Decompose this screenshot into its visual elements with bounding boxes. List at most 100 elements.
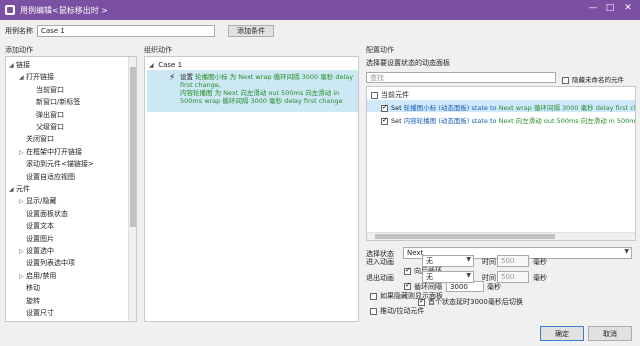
current-element-checkbox[interactable] — [371, 91, 378, 99]
tree-item-label: 链接 — [16, 61, 30, 69]
panel-row-2[interactable]: Set 内容轮播图 (动态面板) state to Next 向左滑动 out … — [381, 115, 636, 125]
case-name-input[interactable]: Case 1 — [37, 25, 215, 37]
row1-checkbox[interactable] — [381, 103, 388, 112]
enter-ms-label: 毫秒 — [533, 258, 547, 266]
tree-item-label: 设置自适应视图 — [26, 172, 75, 181]
tree-item[interactable]: ◢ 打开链接 — [19, 72, 54, 82]
tree-item[interactable]: 设置面板状态 — [19, 209, 68, 219]
tree-item[interactable]: 弹出窗口 — [29, 110, 64, 120]
tree-item[interactable]: ▷ 启用/禁用 — [19, 271, 56, 281]
show-if-hidden-label: 如果隐藏则显示面板 — [380, 292, 443, 300]
tree-item-label: 当前窗口 — [36, 85, 64, 94]
tree-item[interactable]: 设置自适应视图 — [19, 172, 75, 182]
tree-item[interactable]: 设置列表选中项 — [19, 258, 75, 268]
action-text: 设置 轮播图小标 为 Next wrap 循环间隔 3000 毫秒 delay … — [180, 73, 356, 105]
action-line2: 内容轮播图 为 Next 向左滑动 out 500ms 向左滑动 in 500m… — [180, 89, 343, 105]
chevron-down-icon[interactable]: ◢ — [9, 62, 16, 69]
add-condition-button[interactable]: 添加条件 — [228, 25, 274, 37]
current-element-item[interactable]: 当前元件 — [371, 90, 409, 100]
panel-list-hscrollbar[interactable] — [367, 232, 635, 240]
tree-item[interactable]: ◢ 元件 — [9, 184, 30, 194]
action-line1: 轮播图小标 为 Next wrap 循环间隔 3000 毫秒 delay fir… — [180, 73, 354, 89]
chevron-down-icon: ▼ — [466, 272, 471, 279]
tree-item[interactable]: 设置文本 — [19, 221, 54, 231]
row1-panel: 轮播图小标 (动态面板) state to — [403, 104, 499, 112]
chevron-down-icon[interactable]: ◢ — [9, 186, 16, 193]
add-action-title: 添加动作 — [5, 46, 33, 54]
show-if-hidden-option[interactable]: 如果隐藏则显示面板 — [370, 291, 443, 301]
enter-anim-dropdown[interactable]: 无 ▼ — [422, 255, 474, 267]
case-name-label: 用例名称 — [5, 27, 33, 35]
tree-item-label: 设置图片 — [26, 234, 54, 243]
exit-ms-label: 毫秒 — [533, 274, 547, 282]
case-name-row: 用例名称 Case 1 添加条件 — [5, 25, 274, 37]
chevron-right-icon[interactable]: ▷ — [19, 248, 26, 255]
tree-item[interactable]: ▷ 设置选中 — [19, 246, 54, 256]
interval-unit: 毫秒 — [487, 282, 501, 291]
close-icon[interactable]: ✕ — [621, 3, 635, 13]
row2-checkbox[interactable] — [381, 116, 388, 125]
tree-item[interactable]: ▷ 在框架中打开链接 — [19, 147, 82, 157]
select-panel-title: 选择要设置状态的动态面板 — [366, 59, 450, 67]
chevron-right-icon[interactable]: ▷ — [19, 273, 26, 280]
tree-item[interactable]: 关闭窗口 — [19, 134, 54, 144]
organize-panel: ◢ Case 1 ⚡ 设置 轮播图小标 为 Next wrap 循环间隔 300… — [144, 56, 359, 322]
tree-item-label: 在框架中打开链接 — [26, 147, 82, 156]
case-item[interactable]: ◢ Case 1 — [149, 61, 182, 69]
hscroll-thumb[interactable] — [375, 234, 555, 239]
tree-item[interactable]: ◢ 链接 — [9, 60, 30, 70]
chevron-right-icon[interactable]: ▷ — [19, 149, 26, 156]
exit-anim-value: 无 — [426, 273, 433, 281]
cancel-button[interactable]: 取消 — [588, 326, 632, 341]
tree-item[interactable]: 新窗口/新标签 — [29, 97, 80, 107]
tree-item-label: 设置文本 — [26, 222, 54, 231]
hide-unnamed-checkbox[interactable] — [562, 76, 569, 84]
exit-anim-dropdown[interactable]: 无 ▼ — [422, 271, 474, 283]
hide-unnamed-label: 隐藏未命名的元件 — [572, 76, 624, 84]
actions-scrollbar[interactable] — [128, 57, 136, 321]
minimize-icon[interactable]: — — [586, 3, 600, 13]
search-input[interactable]: 查找 — [366, 72, 556, 83]
row2-state: Next 向左滑动 out 500ms 向左滑动 in 500ms w — [498, 117, 636, 125]
tree-item-label: 打开链接 — [26, 73, 54, 82]
tree-item-label: 显示/隐藏 — [26, 197, 57, 206]
tree-item[interactable]: ▷ 显示/隐藏 — [19, 196, 56, 206]
tree-item[interactable]: 当前窗口 — [29, 85, 64, 95]
tree-item[interactable]: 滚动到元件<锚链接> — [19, 159, 94, 169]
chevron-right-icon[interactable]: ▷ — [19, 198, 26, 205]
exit-time-input[interactable]: 500 — [497, 271, 529, 283]
hide-unnamed-option[interactable]: 隐藏未命名的元件 — [562, 74, 624, 84]
push-widgets-label: 推动/拉动元件 — [380, 307, 425, 315]
show-if-hidden-checkbox[interactable] — [370, 292, 377, 300]
app-icon — [5, 5, 15, 15]
tree-item[interactable]: 设置尺寸 — [19, 308, 54, 318]
enter-time-input[interactable]: 500 — [497, 255, 529, 267]
panel-row-1[interactable]: Set 轮播图小标 (动态面板) state to Next wrap 循环间隔… — [381, 102, 635, 112]
tree-item[interactable]: 设置图片 — [19, 234, 54, 244]
tree-item[interactable]: 父级窗口 — [29, 122, 64, 132]
enter-anim-value: 无 — [426, 257, 433, 265]
maximize-icon[interactable]: □ — [603, 3, 617, 13]
push-widgets-option[interactable]: 推动/拉动元件 — [370, 306, 424, 316]
loop-interval-checkbox[interactable] — [404, 281, 411, 290]
row1-state: Next wrap 循环间隔 3000 毫秒 delay first chang… — [498, 104, 635, 112]
lightning-icon: ⚡ — [169, 73, 176, 83]
add-action-panel: ◢ 链接 ◢ 打开链接 当前窗口 新窗口/新标签 弹出窗口 父级窗口 关闭窗口 ▷ 在框架中打开链接… — [5, 56, 137, 322]
row2-panel: 内容轮播图 (动态面板) state to — [403, 117, 499, 125]
chevron-down-icon[interactable]: ◢ — [19, 74, 26, 81]
enter-time-label: 时间 — [482, 258, 496, 266]
chevron-down-icon: ▼ — [466, 256, 471, 263]
tree-item-label: 滚动到元件<锚链接> — [26, 160, 94, 169]
push-widgets-checkbox[interactable] — [370, 307, 377, 315]
tree-item-label: 设置选中 — [26, 247, 54, 255]
tree-item[interactable]: 旋转 — [19, 296, 40, 306]
row1-prefix: Set — [391, 104, 404, 112]
actions-scroll-thumb[interactable] — [130, 67, 136, 227]
ok-button[interactable]: 确定 — [540, 326, 584, 341]
select-state-value: Next — [407, 249, 424, 257]
panel-list: 当前元件 Set 轮播图小标 (动态面板) state to Next wrap… — [366, 86, 636, 241]
tree-item[interactable]: 移动 — [19, 283, 40, 293]
chevron-down-icon: ▼ — [624, 248, 629, 255]
loop-back-checkbox[interactable] — [404, 266, 411, 275]
search-placeholder: 查找 — [370, 73, 384, 82]
